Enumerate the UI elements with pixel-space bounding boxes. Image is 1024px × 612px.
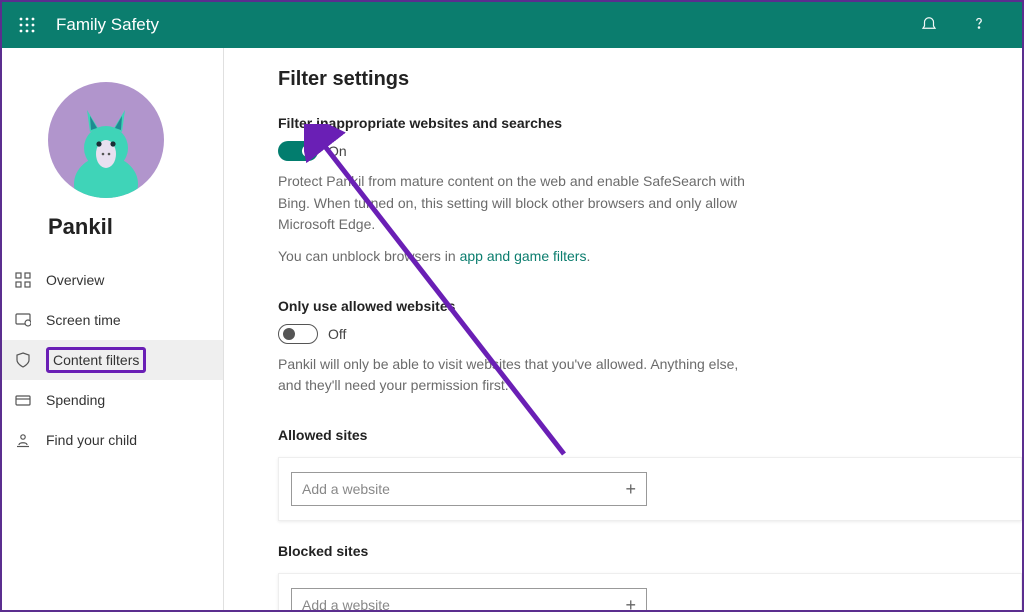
blocked-site-input[interactable] bbox=[292, 589, 646, 610]
notifications-icon[interactable] bbox=[920, 14, 938, 37]
sidebar-item-label: Screen time bbox=[46, 312, 121, 328]
filter-inappropriate-section: Filter inappropriate websites and search… bbox=[278, 115, 1018, 268]
sidebar-item-screentime[interactable]: Screen time bbox=[2, 300, 223, 340]
section-description: Pankil will only be able to visit websit… bbox=[278, 354, 758, 397]
card-icon bbox=[14, 392, 32, 408]
page-title: Filter settings bbox=[278, 68, 1022, 91]
blocked-site-input-wrap: + bbox=[291, 588, 647, 610]
shield-icon bbox=[14, 352, 32, 368]
toggle-state-label: Off bbox=[328, 326, 346, 342]
sidebar-item-spending[interactable]: Spending bbox=[2, 380, 223, 420]
person-pin-icon bbox=[14, 432, 32, 448]
blocked-sites-card: + bbox=[278, 573, 1022, 610]
toggle-state-label: On bbox=[328, 143, 347, 159]
sidebar-item-findchild[interactable]: Find your child bbox=[2, 420, 223, 460]
sidebar: Pankil Overview Screen time Content filt… bbox=[2, 48, 224, 610]
section-description: Protect Pankil from mature content on th… bbox=[278, 171, 758, 236]
sidebar-item-label: Find your child bbox=[46, 432, 137, 448]
blocked-sites-heading: Blocked sites bbox=[278, 543, 1022, 559]
section-heading: Filter inappropriate websites and search… bbox=[278, 115, 1018, 131]
sidebar-nav: Overview Screen time Content filters Spe… bbox=[2, 260, 223, 460]
allowed-sites-card: + bbox=[278, 457, 1022, 521]
app-launcher-icon[interactable] bbox=[12, 10, 42, 40]
profile-block: Pankil bbox=[2, 82, 223, 240]
sidebar-item-contentfilters[interactable]: Content filters bbox=[2, 340, 223, 380]
unblock-suffix: . bbox=[586, 248, 590, 264]
only-allowed-toggle[interactable] bbox=[278, 324, 318, 344]
app-game-filters-link[interactable]: app and game filters bbox=[460, 248, 587, 264]
help-icon[interactable] bbox=[970, 14, 988, 37]
sidebar-item-label: Spending bbox=[46, 392, 105, 408]
sidebar-item-label: Overview bbox=[46, 272, 104, 288]
app-title: Family Safety bbox=[56, 15, 159, 35]
allowed-site-input[interactable] bbox=[292, 473, 646, 505]
app-header: Family Safety bbox=[2, 2, 1022, 48]
allowed-sites-heading: Allowed sites bbox=[278, 427, 1022, 443]
dashboard-icon bbox=[14, 272, 32, 288]
sidebar-item-label: Content filters bbox=[46, 347, 146, 373]
screen-icon bbox=[14, 312, 32, 328]
unblock-note: You can unblock browsers in app and game… bbox=[278, 246, 758, 268]
only-allowed-section: Only use allowed websites Off Pankil wil… bbox=[278, 298, 1018, 397]
avatar bbox=[48, 82, 164, 198]
add-blocked-site-icon[interactable]: + bbox=[625, 595, 636, 610]
section-heading: Only use allowed websites bbox=[278, 298, 1018, 314]
main-content: Filter settings Filter inappropriate web… bbox=[224, 48, 1022, 610]
allowed-site-input-wrap: + bbox=[291, 472, 647, 506]
add-allowed-site-icon[interactable]: + bbox=[625, 479, 636, 500]
unblock-prefix: You can unblock browsers in bbox=[278, 248, 460, 264]
sidebar-item-overview[interactable]: Overview bbox=[2, 260, 223, 300]
profile-username: Pankil bbox=[48, 214, 223, 240]
filter-inappropriate-toggle[interactable] bbox=[278, 141, 318, 161]
